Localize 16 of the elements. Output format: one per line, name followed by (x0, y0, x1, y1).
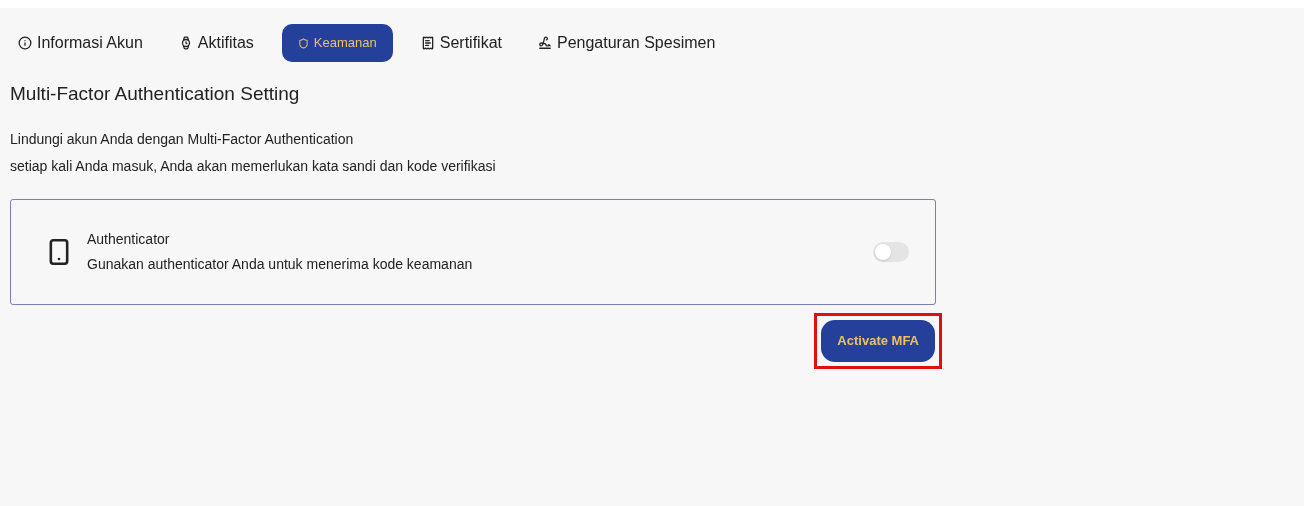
tab[interactable]: Pengaturan Spesimen (530, 24, 724, 62)
signature-icon (538, 36, 552, 50)
tab[interactable]: Informasi Akun (10, 24, 151, 62)
tab[interactable]: Aktifitas (170, 24, 262, 62)
method-title: Authenticator (87, 229, 171, 249)
certificate-icon (420, 36, 435, 50)
info-icon (18, 36, 32, 50)
tab[interactable]: Keamanan (281, 24, 393, 62)
toggle-switch[interactable] (873, 241, 909, 262)
method-subtitle: Gunakan authenticator Anda untuk menerima kode keamanan (87, 254, 474, 274)
description-text: Lindungi akun Anda dengan Multi-Factor Authentication (10, 129, 355, 149)
shield-icon (297, 37, 309, 49)
tab[interactable]: Sertifikat (412, 24, 510, 62)
activate-button[interactable]: Activate MFA (821, 319, 935, 362)
section-title: Multi-Factor Authentication Setting (10, 82, 301, 106)
description-text: setiap kali Anda masuk, Anda akan memerlukan kata sandi dan kode verifikasi (10, 156, 497, 176)
